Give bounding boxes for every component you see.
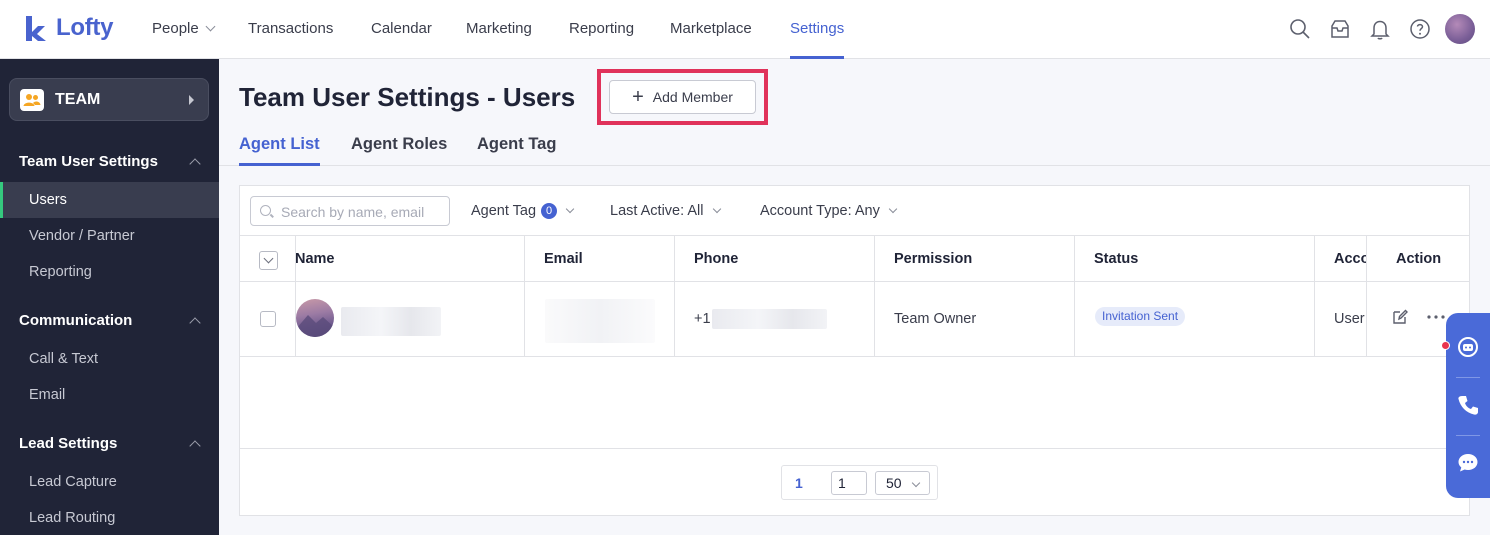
team-switcher[interactable]: TEAM — [9, 78, 209, 121]
nav-people-label: People — [152, 20, 199, 37]
bell-icon[interactable] — [1369, 18, 1391, 40]
top-navigation: Lofty People Transactions Calendar Marke… — [0, 0, 1490, 59]
widget-divider — [1456, 435, 1480, 436]
add-member-button[interactable]: + Add Member — [609, 80, 756, 114]
search-icon[interactable] — [1289, 18, 1311, 40]
page-size-value: 50 — [886, 475, 902, 491]
chevron-down-icon — [712, 204, 721, 214]
column-status[interactable]: Status — [1094, 251, 1138, 267]
select-all-dropdown[interactable] — [259, 251, 278, 270]
chat-bubble-icon[interactable] — [1457, 452, 1479, 474]
sidebar: TEAM Team User Settings Users Vendor / P… — [0, 59, 219, 535]
table-header: Name Email Phone Permission Status Acco … — [240, 235, 1469, 282]
team-label: TEAM — [55, 91, 101, 108]
chevron-up-icon[interactable] — [189, 317, 201, 329]
lofty-logo-icon — [24, 14, 50, 42]
help-icon[interactable] — [1409, 18, 1431, 40]
nav-transactions[interactable]: Transactions — [248, 0, 333, 59]
permission-value: Team Owner — [894, 311, 977, 327]
account-type-filter[interactable]: Account Type: Any — [760, 203, 898, 219]
search-icon — [260, 205, 271, 216]
sidebar-item-vendor-partner[interactable]: Vendor / Partner — [0, 218, 219, 254]
nav-reporting[interactable]: Reporting — [569, 0, 634, 59]
search-input[interactable] — [281, 202, 441, 222]
section-team-user-settings[interactable]: Team User Settings — [19, 153, 158, 170]
column-phone[interactable]: Phone — [694, 251, 738, 267]
pagination: 1 1 50 — [781, 465, 938, 500]
chevron-up-icon[interactable] — [189, 440, 201, 452]
tab-agent-roles[interactable]: Agent Roles — [351, 135, 447, 166]
member-avatar — [296, 299, 334, 337]
phone-prefix: +1 — [694, 311, 711, 327]
row-checkbox[interactable] — [260, 311, 276, 327]
chevron-up-icon[interactable] — [189, 158, 201, 170]
page-size-select[interactable]: 50 — [875, 471, 930, 495]
member-name-redacted — [341, 307, 441, 336]
phone-redacted — [712, 309, 827, 329]
team-icon — [20, 89, 44, 111]
account-type-value: User — [1334, 311, 1365, 327]
nav-marketing[interactable]: Marketing — [466, 0, 532, 59]
chevron-down-icon — [565, 204, 575, 214]
member-email-redacted — [545, 299, 655, 343]
page-jump-input[interactable]: 1 — [831, 471, 867, 495]
add-member-label: Add Member — [652, 89, 733, 105]
chatbot-icon[interactable] — [1457, 336, 1479, 358]
section-communication[interactable]: Communication — [19, 312, 132, 329]
sidebar-item-reporting[interactable]: Reporting — [0, 254, 219, 290]
users-card: Agent Tag 0 Last Active: All Account Typ… — [239, 185, 1470, 516]
current-page[interactable]: 1 — [795, 475, 803, 491]
lofty-logo[interactable]: Lofty — [24, 14, 113, 42]
chevron-down-icon — [205, 21, 216, 32]
chevron-down-icon — [888, 204, 898, 214]
sidebar-item-email[interactable]: Email — [0, 377, 219, 413]
account-type-filter-label: Account Type: Any — [760, 203, 880, 219]
more-options-icon[interactable] — [1426, 308, 1446, 326]
sidebar-item-lead-routing[interactable]: Lead Routing — [0, 500, 219, 535]
inbox-icon[interactable] — [1329, 18, 1351, 40]
nav-people[interactable]: People — [152, 0, 216, 59]
agent-tag-filter[interactable]: Agent Tag 0 — [471, 203, 575, 219]
section-lead-settings[interactable]: Lead Settings — [19, 435, 117, 452]
sidebar-item-users[interactable]: Users — [0, 182, 219, 218]
agent-tag-count-badge: 0 — [541, 203, 558, 219]
phone-icon[interactable] — [1457, 394, 1479, 416]
widget-divider — [1456, 377, 1480, 378]
tab-agent-tag[interactable]: Agent Tag — [477, 135, 556, 166]
support-widget — [1446, 313, 1490, 498]
tabs-bar: Agent List Agent Roles Agent Tag — [219, 126, 1490, 166]
search-box[interactable] — [250, 196, 450, 226]
nav-marketplace[interactable]: Marketplace — [670, 0, 752, 59]
nav-calendar[interactable]: Calendar — [371, 0, 432, 59]
sidebar-item-lead-capture[interactable]: Lead Capture — [0, 464, 219, 500]
last-active-filter-label: Last Active: All — [610, 203, 704, 219]
column-permission[interactable]: Permission — [894, 251, 972, 267]
column-account[interactable]: Acco — [1334, 251, 1366, 267]
nav-settings[interactable]: Settings — [790, 0, 845, 59]
column-email[interactable]: Email — [544, 251, 583, 267]
notification-dot — [1441, 341, 1450, 350]
user-avatar[interactable] — [1445, 14, 1475, 44]
column-name[interactable]: Name — [295, 251, 335, 267]
logo-text: Lofty — [56, 14, 114, 41]
status-badge: Invitation Sent — [1095, 307, 1186, 326]
agent-tag-filter-label: Agent Tag — [471, 203, 537, 219]
table-footer-divider — [240, 448, 1469, 449]
column-action: Action — [1396, 251, 1442, 267]
chevron-right-icon — [189, 95, 194, 105]
tab-agent-list[interactable]: Agent List — [239, 135, 320, 166]
edit-icon[interactable] — [1391, 308, 1409, 326]
chevron-down-icon — [911, 478, 921, 488]
last-active-filter[interactable]: Last Active: All — [610, 203, 721, 219]
page-title: Team User Settings - Users — [239, 82, 576, 112]
table-row[interactable]: +1 Team Owner Invitation Sent User — [240, 282, 1469, 357]
sidebar-item-call-text[interactable]: Call & Text — [0, 341, 219, 377]
add-member-highlight: + Add Member — [597, 69, 768, 125]
plus-icon: + — [632, 86, 644, 108]
